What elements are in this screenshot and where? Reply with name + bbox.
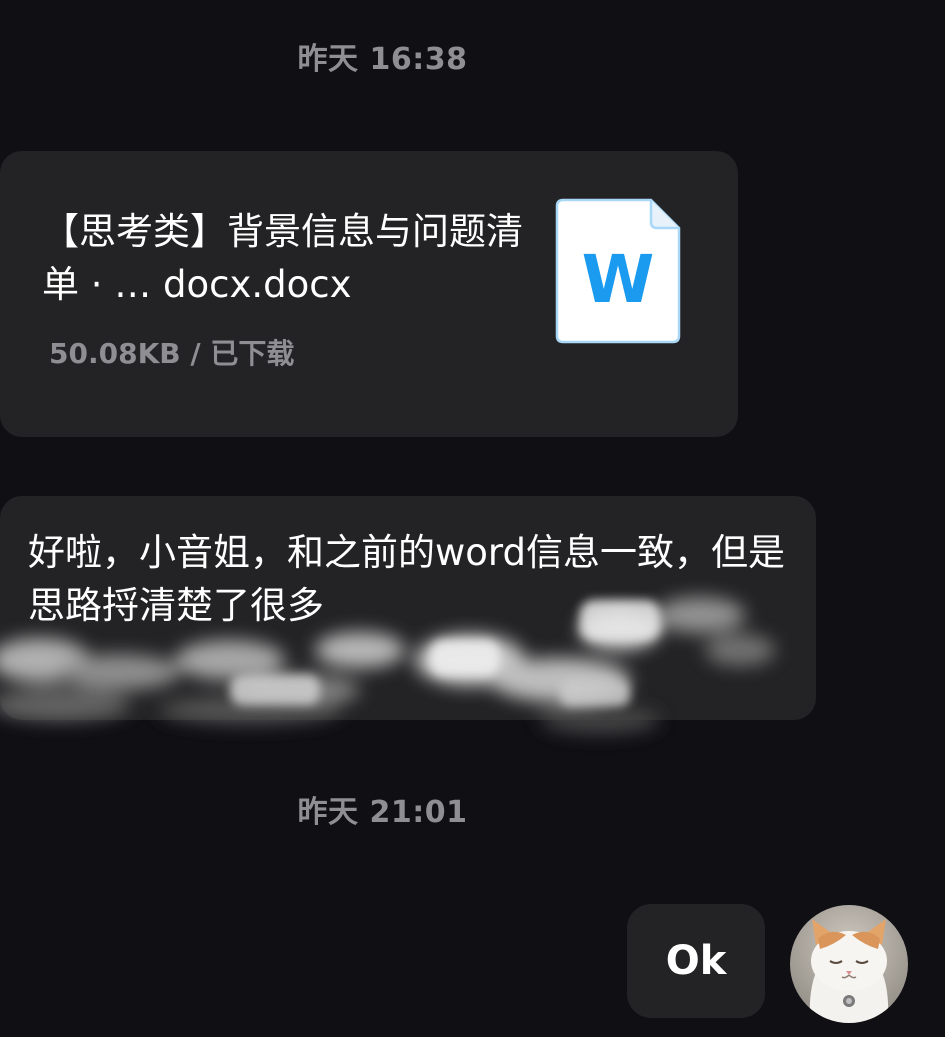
file-meta: 50.08KB / 已下载 [49, 337, 295, 370]
chat-view: 昨天 16:38 【思考类】背景信息与问题清单 · … docx.docx 50… [0, 0, 945, 1037]
message-text: 好啦，小音姐，和之前的word信息一致，但是思路捋清楚了很多 [28, 531, 785, 627]
timestamp: 昨天 21:01 [297, 795, 468, 830]
text-message-bubble[interactable]: Ok [627, 904, 765, 1018]
word-letter: W [582, 241, 655, 318]
cat-avatar-icon[interactable] [790, 905, 908, 1023]
message-text: Ok [665, 938, 727, 984]
timestamp: 昨天 16:38 [297, 42, 468, 77]
word-document-icon: W [555, 198, 681, 344]
file-name: 【思考类】背景信息与问题清单 · … docx.docx [42, 210, 523, 306]
text-message-bubble[interactable]: 好啦，小音姐，和之前的word信息一致，但是思路捋清楚了很多 [0, 496, 816, 720]
